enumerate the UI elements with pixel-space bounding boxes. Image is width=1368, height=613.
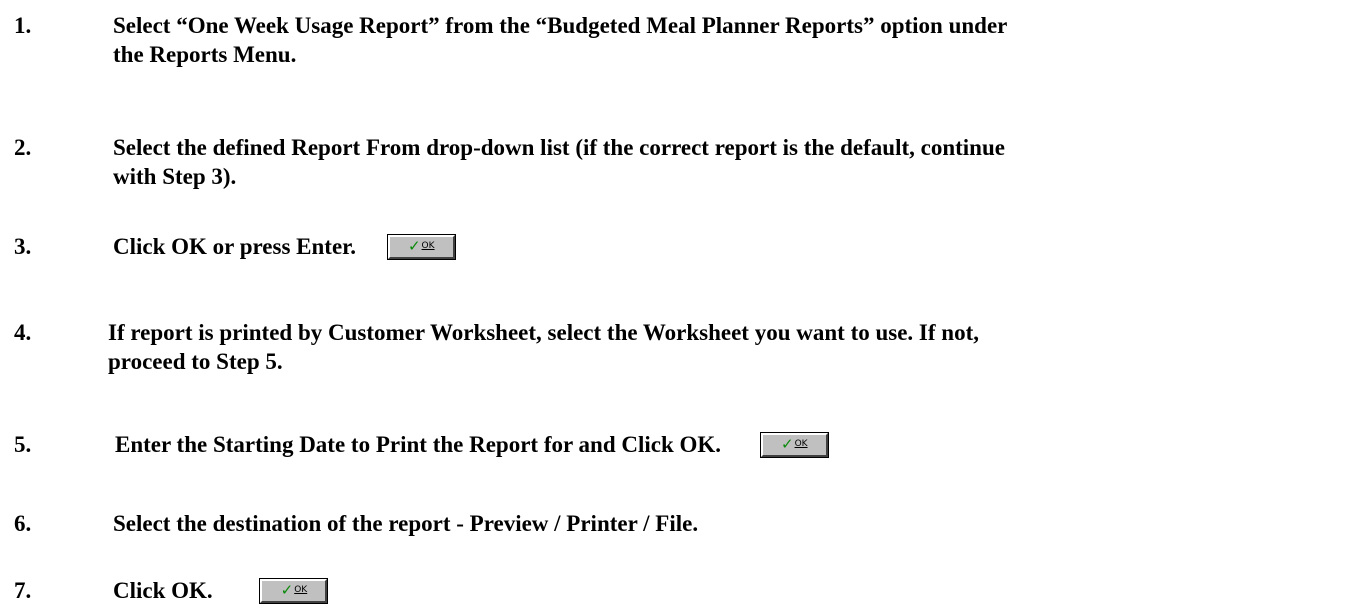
step-line: proceed to Step 5. <box>108 349 283 374</box>
checkmark-icon: ✓ <box>407 237 421 256</box>
step-text: Select the destination of the report - P… <box>113 509 1358 538</box>
ok-button[interactable]: ✓OK <box>386 233 456 260</box>
checkmark-icon: ✓ <box>780 435 794 454</box>
ok-button[interactable]: ✓OK <box>259 577 329 604</box>
step-line: Click OK. <box>113 578 213 603</box>
step-number: 5. <box>14 432 32 457</box>
step-line: the Reports Menu. <box>113 42 297 67</box>
step-line: Select the destination of the report - P… <box>113 511 699 536</box>
step-line: Select the defined Report From drop-down… <box>113 135 1005 160</box>
step-text: Select the defined Report From drop-down… <box>113 133 1358 191</box>
ok-button[interactable]: ✓OK <box>759 431 829 458</box>
step-number: 1. <box>14 13 32 38</box>
ok-button-label: OK <box>421 241 435 252</box>
step-line: Enter the Starting Date to Print the Rep… <box>115 432 722 457</box>
step-number: 7. <box>14 578 32 603</box>
ok-button-label: OK <box>794 439 808 450</box>
step-text: Enter the Starting Date to Print the Rep… <box>115 430 1360 459</box>
step-line: If report is printed by Customer Workshe… <box>108 320 979 345</box>
step-number: 6. <box>14 511 32 536</box>
step-text: Click OK. ✓OK <box>113 576 1358 605</box>
ok-button-label: OK <box>294 585 308 596</box>
step-text: Click OK or press Enter. ✓OK <box>113 232 1358 261</box>
step-line: with Step 3). <box>113 164 237 189</box>
step-text: Select “One Week Usage Report” from the … <box>113 11 1358 69</box>
step-number: 2. <box>14 135 32 160</box>
step-line: Select “One Week Usage Report” from the … <box>113 13 1008 38</box>
step-line: Click OK or press Enter. <box>113 234 357 259</box>
checkmark-icon: ✓ <box>280 581 294 600</box>
step-text: If report is printed by Customer Workshe… <box>108 318 1353 376</box>
step-number: 4. <box>14 320 32 345</box>
step-number: 3. <box>14 234 32 259</box>
